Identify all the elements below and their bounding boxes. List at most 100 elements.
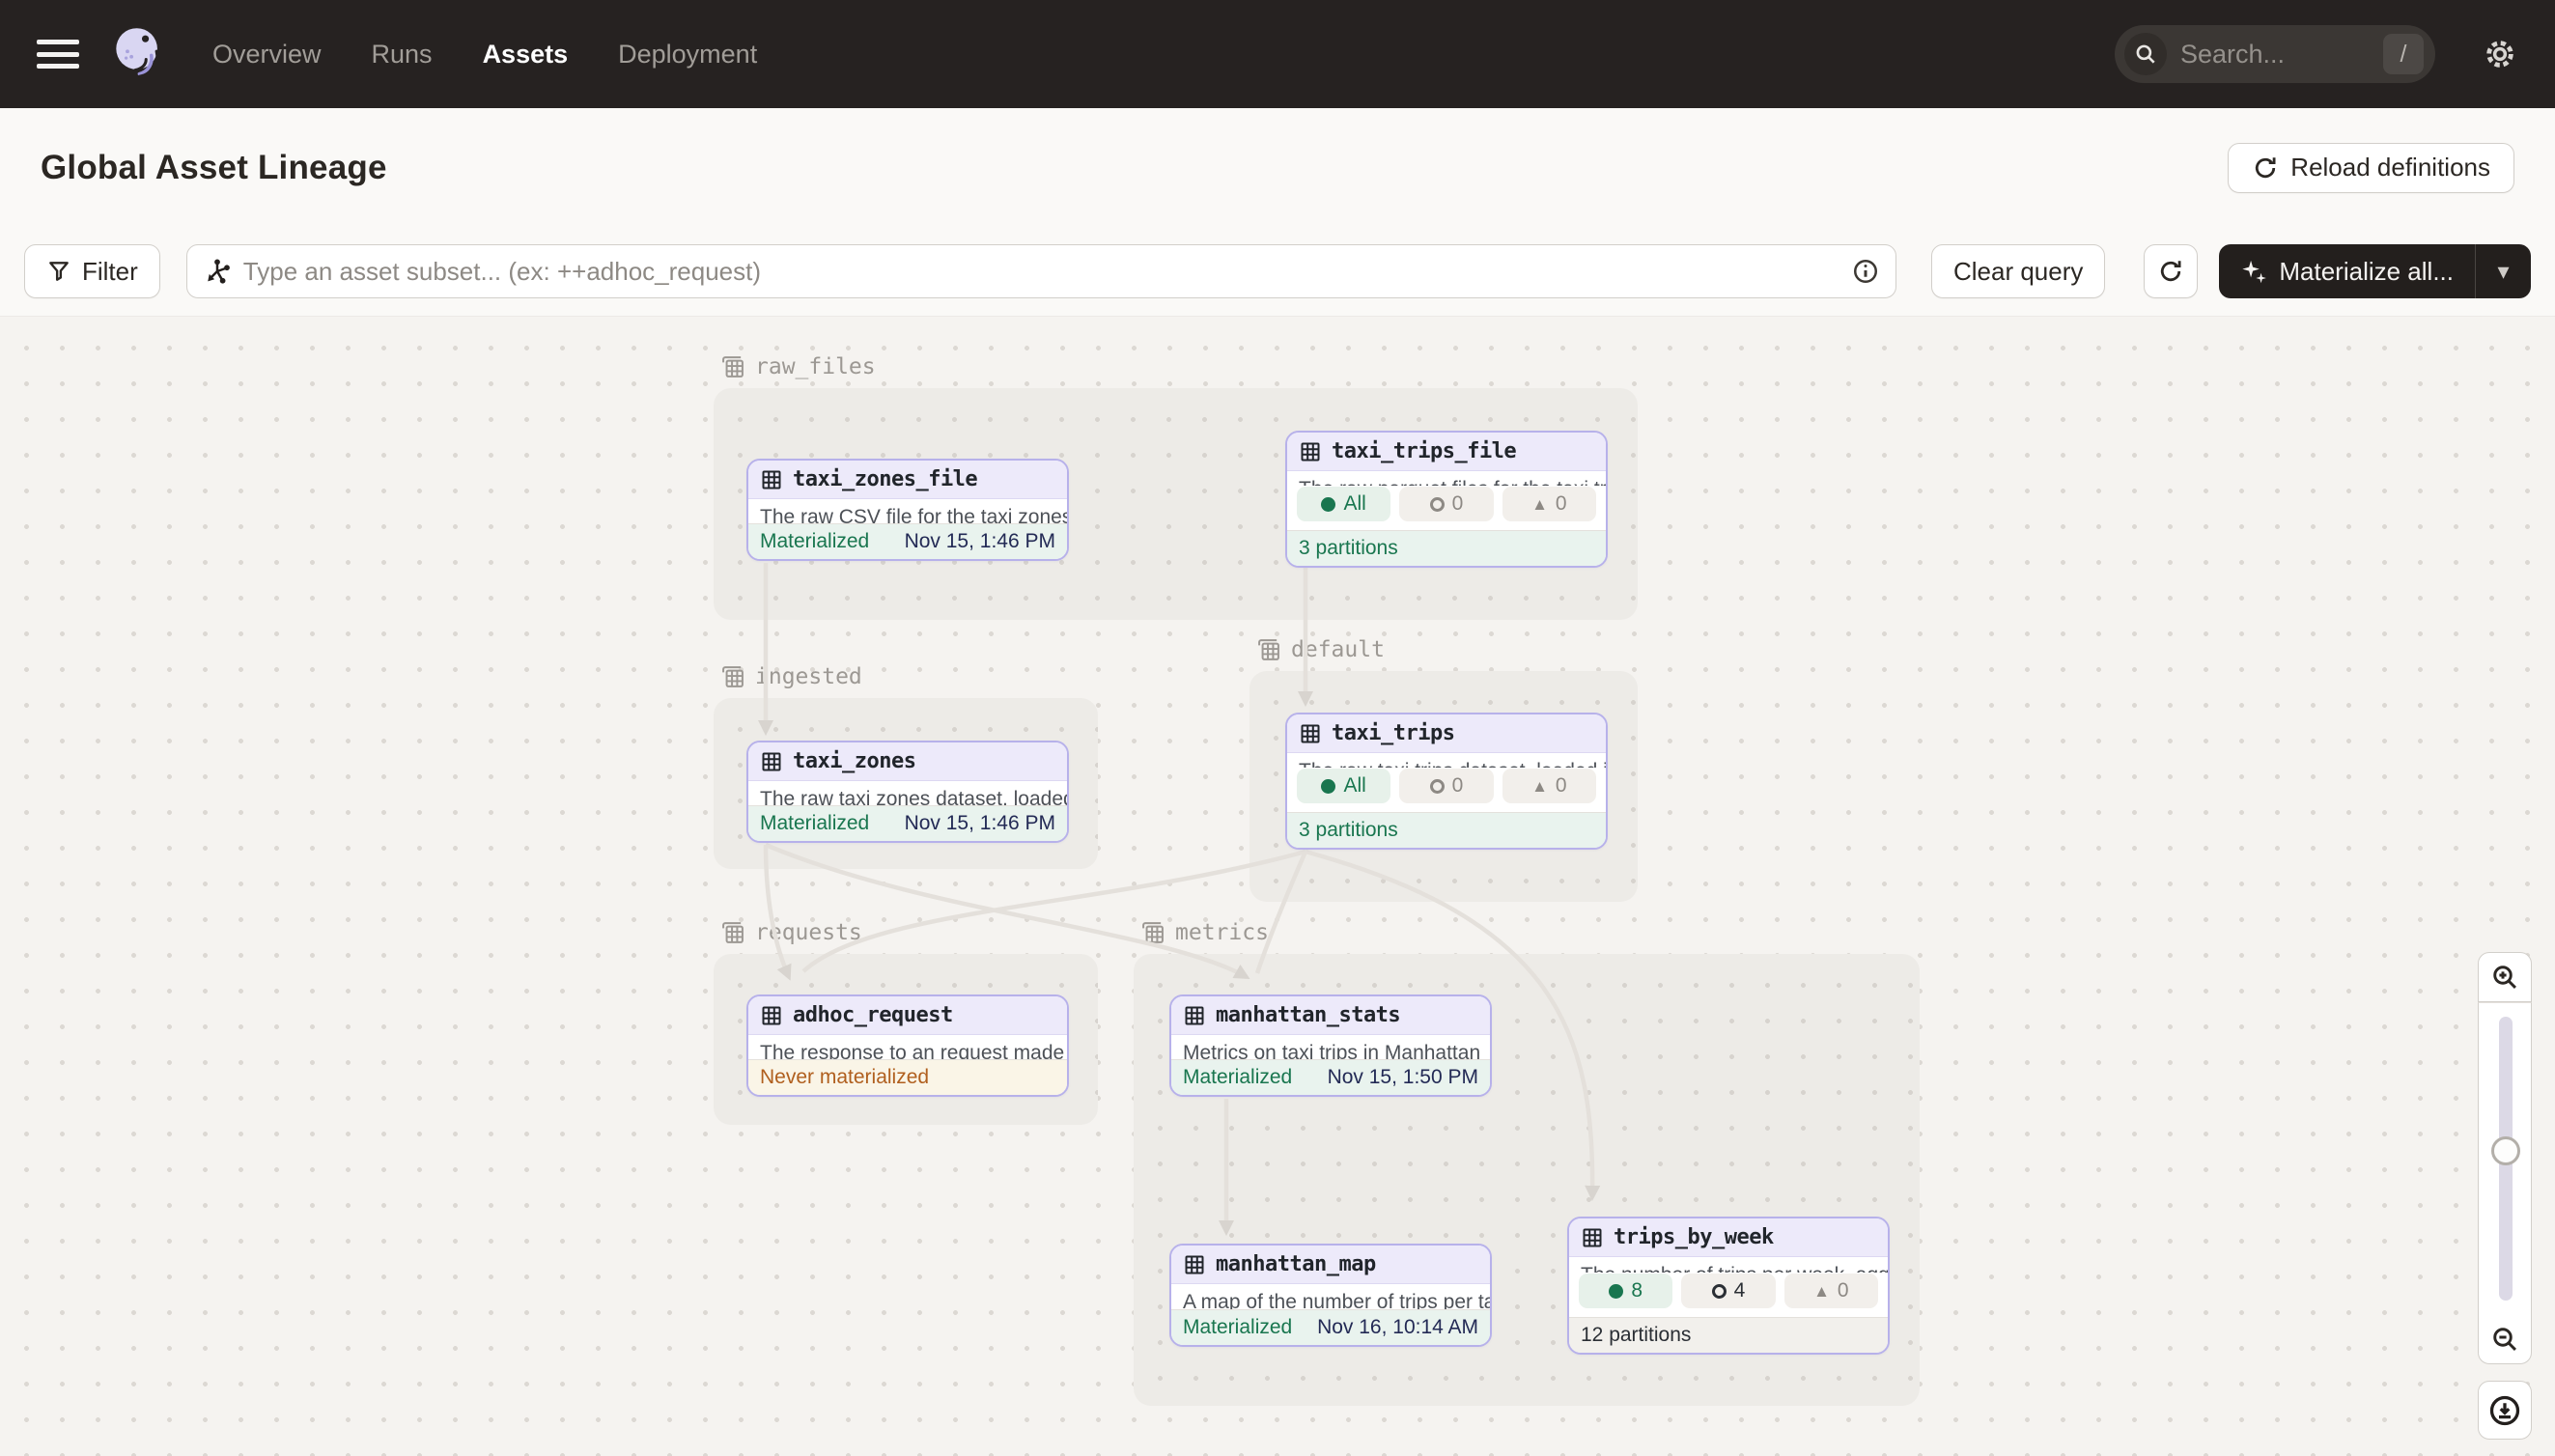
asset-node-manhattan-map[interactable]: manhattan_map A map of the number of tri… (1169, 1244, 1492, 1347)
info-icon[interactable] (1851, 257, 1880, 286)
asset-query-input-wrap (186, 244, 1896, 298)
materialization-timestamp[interactable]: Nov 15, 1:50 PM (1328, 1066, 1478, 1089)
asset-node-taxi-trips-file[interactable]: taxi_trips_file The raw parquet files fo… (1285, 431, 1608, 568)
asset-description: The raw taxi trips dataset, loaded into … (1287, 753, 1606, 768)
graph-zoom-controls (2478, 952, 2532, 1440)
asset-node-header: manhattan_stats (1171, 996, 1490, 1035)
partition-health-row: All 0 ▲0 (1287, 768, 1606, 812)
asset-node-header: adhoc_request (748, 996, 1067, 1035)
dagster-logo[interactable] (106, 22, 170, 86)
group-icon (719, 353, 746, 380)
table-icon (1299, 440, 1322, 463)
asset-name: trips_by_week (1614, 1225, 1774, 1249)
gear-icon[interactable] (2482, 36, 2518, 72)
top-navigation-bar: Overview Runs Assets Deployment / (0, 0, 2555, 108)
table-icon (1581, 1226, 1604, 1249)
asset-node-header: taxi_trips (1287, 714, 1606, 753)
table-icon (1183, 1004, 1206, 1027)
reload-definitions-button[interactable]: Reload definitions (2228, 143, 2514, 193)
materialization-timestamp[interactable]: Nov 15, 1:46 PM (905, 530, 1055, 553)
failed-ring-icon (1712, 1284, 1727, 1299)
table-icon (760, 468, 783, 491)
reload-icon (2252, 154, 2279, 182)
asset-status-footer: Materialized Nov 15, 1:50 PM (1171, 1059, 1490, 1095)
filter-label: Filter (82, 257, 138, 287)
asset-node-header: taxi_zones (748, 742, 1067, 781)
asset-node-adhoc-request[interactable]: adhoc_request The response to an request… (746, 994, 1069, 1097)
asset-name: taxi_trips_file (1332, 439, 1516, 463)
zoom-out-button[interactable] (2478, 1314, 2532, 1364)
asset-status-footer: Materialized Nov 15, 1:46 PM (748, 805, 1067, 841)
lineage-graph-canvas[interactable]: raw_files ingested default requests metr… (0, 316, 2555, 1456)
materialization-status: Never materialized (760, 1066, 929, 1089)
materialize-all-button[interactable]: Materialize all... (2219, 244, 2475, 298)
download-graph-button[interactable] (2478, 1381, 2532, 1440)
lineage-toolbar: Filter Clear query Materialize all... (0, 227, 2555, 316)
materialization-status: Materialized (760, 812, 869, 835)
page-title: Global Asset Lineage (41, 149, 387, 187)
asset-description: The raw CSV file for the taxi zones dat.… (748, 499, 1067, 523)
partitions-failed-pill[interactable]: 0 (1399, 769, 1493, 803)
group-name: raw_files (755, 354, 876, 379)
partitions-materialized-pill[interactable]: All (1297, 487, 1390, 521)
chevron-down-icon: ▾ (2497, 258, 2509, 286)
table-icon (1299, 722, 1322, 745)
asset-node-trips-by-week[interactable]: trips_by_week The number of trips per we… (1567, 1217, 1890, 1355)
partitions-missing-pill[interactable]: ▲0 (1784, 1274, 1878, 1308)
search-input[interactable] (2180, 40, 2335, 70)
partition-health-row: 8 4 ▲0 (1569, 1273, 1888, 1317)
group-label-default[interactable]: default (1255, 636, 1385, 663)
refresh-button[interactable] (2144, 244, 2198, 298)
clear-query-button[interactable]: Clear query (1931, 244, 2105, 298)
partitions-missing-pill[interactable]: ▲0 (1502, 769, 1596, 803)
asset-query-input[interactable] (243, 257, 1851, 287)
partition-health-row: All 0 ▲0 (1287, 486, 1606, 530)
group-name: default (1291, 637, 1385, 662)
group-label-metrics[interactable]: metrics (1139, 919, 1269, 946)
asset-node-taxi-trips[interactable]: taxi_trips The raw taxi trips dataset, l… (1285, 713, 1608, 850)
nav-item-deployment[interactable]: Deployment (618, 40, 757, 70)
filter-button[interactable]: Filter (24, 244, 160, 298)
materialization-status: Materialized (1183, 1316, 1292, 1339)
group-label-requests[interactable]: requests (719, 919, 862, 946)
zoom-slider[interactable] (2478, 1002, 2532, 1314)
materialization-timestamp[interactable]: Nov 15, 1:46 PM (905, 812, 1055, 835)
nav-item-assets[interactable]: Assets (483, 40, 569, 70)
zoom-in-button[interactable] (2478, 952, 2532, 1002)
partitions-missing-pill[interactable]: ▲0 (1502, 487, 1596, 521)
asset-node-taxi-zones-file[interactable]: taxi_zones_file The raw CSV file for the… (746, 459, 1069, 561)
group-label-ingested[interactable]: ingested (719, 663, 862, 690)
materialization-status: Materialized (760, 530, 869, 553)
group-icon (719, 919, 746, 946)
asset-status-footer: Materialized Nov 15, 1:46 PM (748, 523, 1067, 559)
clear-query-label: Clear query (1953, 257, 2083, 287)
partition-count: 3 partitions (1299, 819, 1398, 842)
asset-node-header: taxi_trips_file (1287, 433, 1606, 471)
materialize-all-label: Materialize all... (2279, 257, 2454, 287)
menu-icon[interactable] (37, 40, 79, 69)
filter-icon (46, 259, 71, 284)
partitions-failed-pill[interactable]: 0 (1399, 487, 1493, 521)
partition-count: 12 partitions (1581, 1324, 1691, 1347)
table-icon (760, 750, 783, 773)
zoom-in-icon (2489, 962, 2520, 993)
table-icon (1183, 1253, 1206, 1276)
asset-name: manhattan_stats (1216, 1003, 1400, 1027)
zoom-slider-thumb[interactable] (2491, 1136, 2520, 1165)
nav-item-runs[interactable]: Runs (372, 40, 433, 70)
partitions-materialized-pill[interactable]: All (1297, 769, 1390, 803)
asset-name: taxi_zones (793, 749, 915, 773)
partitions-failed-pill[interactable]: 4 (1681, 1274, 1775, 1308)
materialization-timestamp[interactable]: Nov 16, 10:14 AM (1317, 1316, 1478, 1339)
global-search[interactable]: / (2115, 25, 2435, 83)
asset-node-taxi-zones[interactable]: taxi_zones The raw taxi zones dataset, l… (746, 741, 1069, 843)
asset-node-manhattan-stats[interactable]: manhattan_stats Metrics on taxi trips in… (1169, 994, 1492, 1097)
nav-item-overview[interactable]: Overview (212, 40, 322, 70)
partitions-materialized-pill[interactable]: 8 (1579, 1274, 1672, 1308)
group-name: metrics (1175, 920, 1269, 945)
asset-description: The raw parquet files for the taxi trips… (1287, 471, 1606, 486)
asset-status-footer: Materialized Nov 16, 10:14 AM (1171, 1309, 1490, 1345)
asset-status-footer: Never materialized (748, 1059, 1067, 1095)
materialize-dropdown-button[interactable]: ▾ (2475, 244, 2531, 298)
group-label-raw-files[interactable]: raw_files (719, 353, 876, 380)
